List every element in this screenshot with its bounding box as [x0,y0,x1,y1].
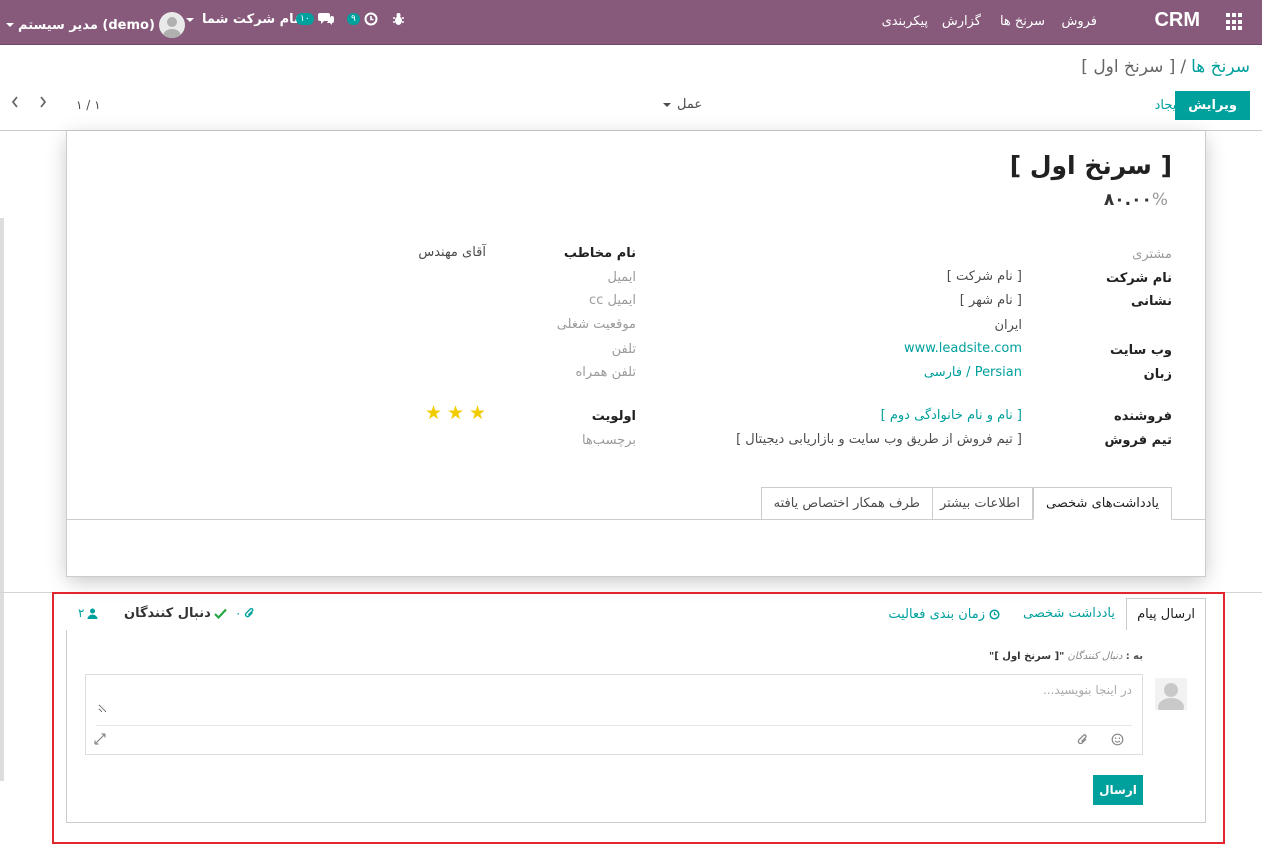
tab-schedule-activity[interactable]: زمان بندی فعالیت [878,598,1010,631]
probability-unit: % [1151,190,1168,210]
attach-file-icon[interactable] [1077,733,1091,747]
label-address: نشانی [1130,294,1172,309]
menu-reporting[interactable]: گزارش [942,14,981,29]
activities-badge: ۹ [347,13,360,25]
debug-button[interactable] [392,12,405,26]
label-job-position: موقعیت شغلی [556,317,636,332]
followers-count-button[interactable]: ۲ [78,606,98,620]
contact-name-field[interactable]: آقای مهندس [418,245,486,260]
menu-sales[interactable]: فروش [1061,14,1097,29]
priority-star-icon[interactable]: ★ [447,403,467,423]
sales-team-field[interactable]: [ تیم فروش از طریق وب سایت و بازاریابی د… [736,432,1022,447]
company-switcher[interactable]: نام شرکت شما [186,12,299,27]
expand-composer-icon[interactable] [94,733,108,747]
action-caret-icon [663,102,671,107]
priority-star-icon[interactable]: ★ [469,403,489,423]
user-name: مدیر سیستم (demo) [18,17,155,33]
label-tags: برچسب‌ها [581,433,636,448]
activities-button[interactable]: ۹ [347,12,378,26]
send-button[interactable]: ارسال [1093,775,1143,805]
company-name-field[interactable]: [ نام شرکت ] [947,269,1022,284]
tab-assigned-partner[interactable]: طرف همکار اختصاص یافته [760,487,933,520]
clock-icon [989,609,1000,620]
website-field[interactable]: www.leadsite.com [904,341,1022,356]
composer-avatar [1155,678,1187,710]
messages-button[interactable]: ۱۰ [296,12,334,26]
menu-configuration[interactable]: پیکربندی [882,14,928,29]
language-field[interactable]: Persian / فارسی [924,365,1022,380]
attachments-count: ۰ [235,606,242,620]
top-navbar: CRM فروش سرنخ ها گزارش پیکربندی مدیر سیس… [0,0,1262,45]
user-icon [87,608,98,619]
action-dropdown[interactable]: عمل [663,97,702,112]
recipients-prefix: به : [1125,651,1143,662]
attachments-count-button[interactable]: ۰ [235,606,255,620]
user-avatar [158,12,185,38]
pager-value[interactable]: ۱ / ۱ [76,98,101,112]
paperclip-icon [245,607,254,618]
create-button[interactable]: ایجاد [1155,98,1180,113]
breadcrumb: سرنخ ها/[ سرنخ اول ] [1081,57,1250,77]
lead-probability[interactable]: ۸۰.۰۰% [1104,190,1172,210]
followers-toggle[interactable]: دنبال کنندگان [124,606,227,621]
form-sheet: [ سرنخ اول ] ۸۰.۰۰% مشتری نام شرکت نشانی… [66,131,1206,577]
label-salesperson: فروشنده [1114,409,1172,424]
emoji-icon[interactable] [1111,733,1125,747]
recipients-line: به : دنبال کنندگان "[ سرنخ اول ]" [989,651,1143,662]
action-label: عمل [677,97,703,112]
messages-badge: ۱۰ [296,13,314,25]
salesperson-field[interactable]: [ نام و نام خانوادگی دوم ] [881,408,1022,423]
scroll-bar[interactable] [0,218,4,781]
label-email-cc: ایمیل cc [589,293,636,308]
control-panel: سرنخ ها/[ سرنخ اول ] ویرایش ایجاد عمل ۱ … [0,45,1262,131]
user-menu-caret-icon [6,23,14,27]
address-city-field[interactable]: [ نام شهر ] [960,293,1022,308]
label-language: زبان [1143,367,1172,382]
user-menu[interactable]: مدیر سیستم (demo) [6,12,185,38]
followers-count: ۲ [78,606,85,620]
breadcrumb-leads-link[interactable]: سرنخ ها [1191,57,1250,77]
tab-extra-info[interactable]: اطلاعات بیشتر [926,487,1033,520]
app-brand: CRM [1154,9,1200,31]
check-icon [214,608,227,619]
clock-icon [364,12,378,26]
message-composer [85,674,1143,755]
label-customer: مشتری [1132,247,1172,262]
label-contact-name: نام مخاطب [563,246,636,261]
company-name: نام شرکت شما [202,12,299,27]
recipients-document: "[ سرنخ اول ]" [989,651,1065,662]
probability-value: ۸۰.۰۰ [1103,190,1152,210]
apps-menu-icon[interactable] [1226,13,1244,31]
menu-leads[interactable]: سرنخ ها [1000,14,1045,29]
priority-star-icon[interactable]: ★ [425,403,445,423]
message-input[interactable] [98,683,1132,713]
tab-log-note[interactable]: یادداشت شخصی [1013,598,1125,631]
bug-icon [393,13,404,25]
label-company-name: نام شرکت [1105,271,1172,286]
label-website: وب سایت [1110,343,1172,358]
label-phone: تلفن [611,342,636,357]
chat-icon [317,13,334,25]
pager-next-icon[interactable] [38,95,54,113]
schedule-activity-label: زمان بندی فعالیت [888,607,985,622]
recipients-followers: دنبال کنندگان [1067,651,1123,662]
label-email: ایمیل [607,270,636,285]
tab-internal-notes[interactable]: یادداشت‌های شخصی [1033,487,1172,520]
label-sales-team: تیم فروش [1104,433,1172,448]
breadcrumb-separator: / [1180,57,1187,77]
lead-title[interactable]: [ سرنخ اول ] [1010,151,1172,180]
followers-label: دنبال کنندگان [124,606,211,621]
edit-button[interactable]: ویرایش [1175,91,1250,120]
label-priority: اولویت [591,409,636,424]
address-country-field[interactable]: ایران [994,318,1022,333]
tab-send-message[interactable]: ارسال پیام [1126,598,1206,631]
company-caret-icon [186,17,194,22]
label-mobile: تلفن همراه [575,365,637,380]
pager-previous-icon[interactable] [10,95,26,113]
breadcrumb-current: [ سرنخ اول ] [1081,57,1176,77]
composer-separator [96,725,1132,726]
